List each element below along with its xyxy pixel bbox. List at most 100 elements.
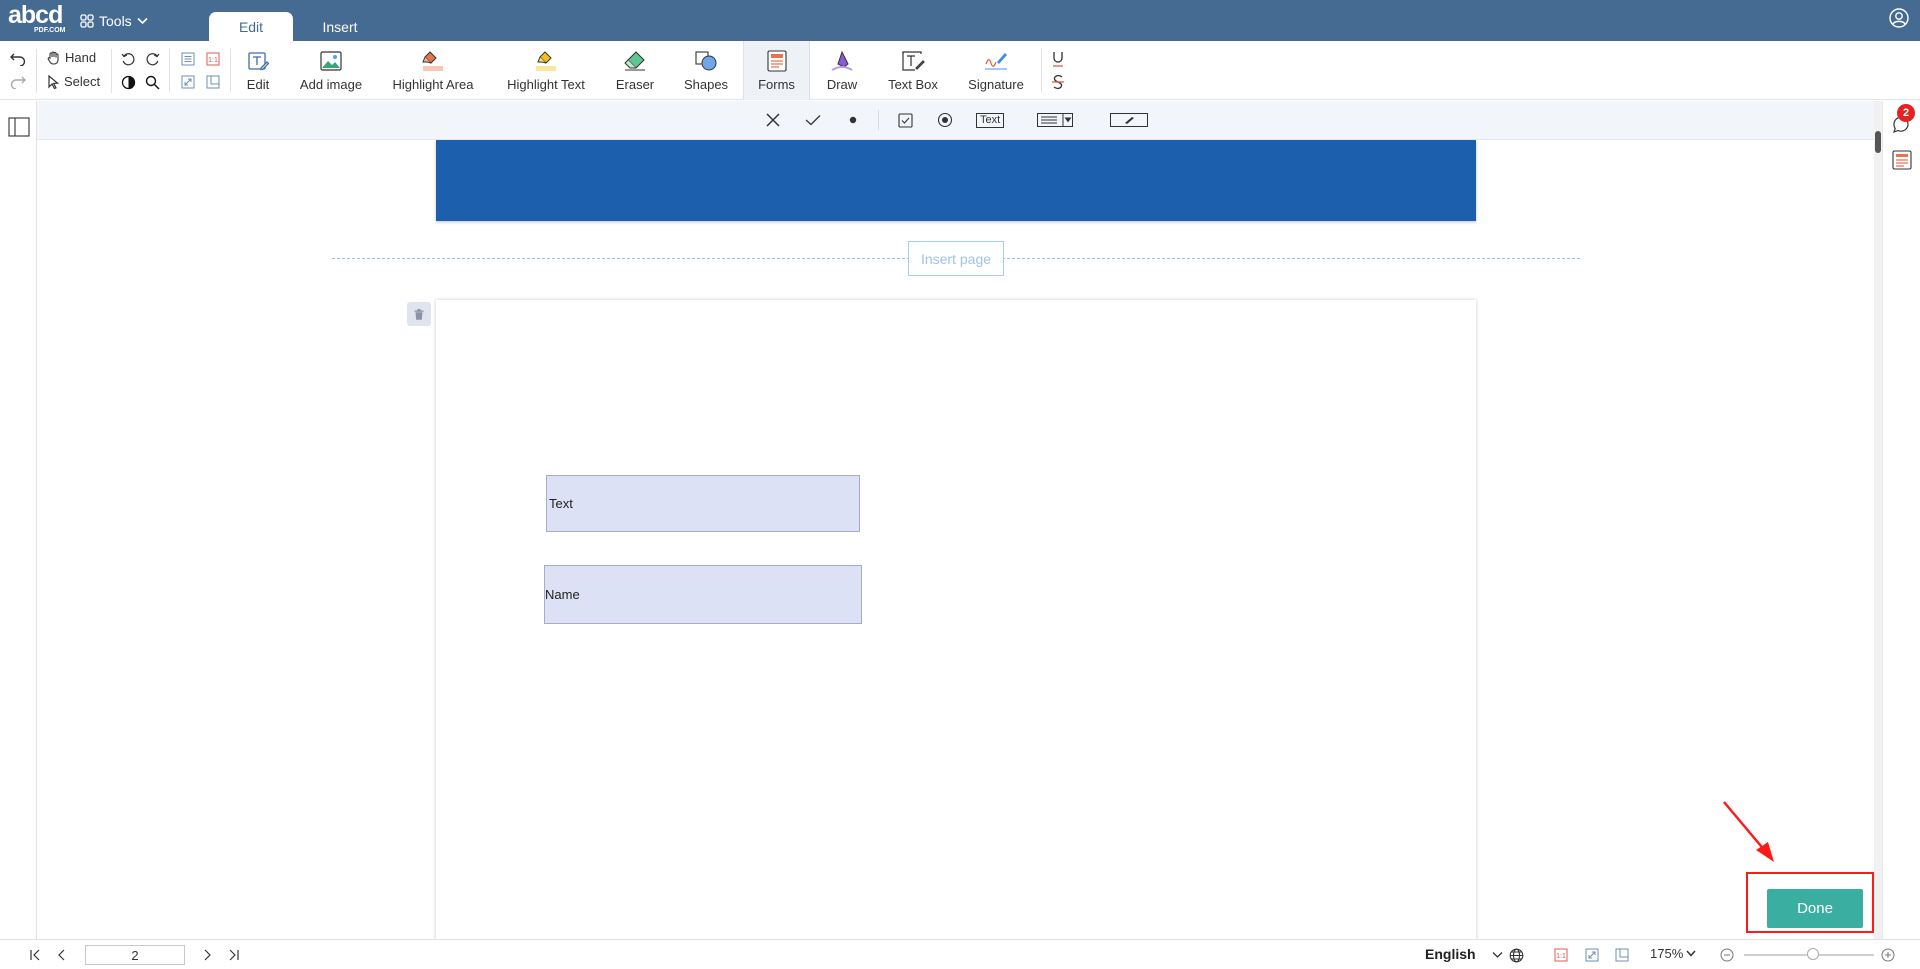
globe-button[interactable]	[1508, 947, 1524, 963]
select-tool-button[interactable]: Select	[47, 74, 100, 89]
edit-tool[interactable]: Edit	[238, 41, 278, 100]
pdf-page-2: Text Name	[436, 300, 1476, 939]
app-logo[interactable]: abcd PDF.COM	[8, 1, 68, 36]
hand-icon	[47, 50, 59, 65]
actual-size-icon: 1:1	[1554, 948, 1568, 962]
signature-tool[interactable]: Signature	[966, 41, 1026, 100]
tools-menu-button[interactable]: Tools	[80, 11, 148, 31]
grid-icon	[80, 14, 94, 28]
hand-tool-button[interactable]: Hand	[47, 50, 96, 65]
draw-tool[interactable]: Draw	[822, 41, 862, 100]
forms-tool[interactable]: Forms	[743, 41, 810, 100]
chevron-down-icon	[1492, 952, 1502, 958]
text-field-label: Text	[976, 112, 1005, 128]
search-icon	[145, 75, 159, 89]
status-bar: English 1:1 175%	[0, 939, 1920, 969]
highlight-area-label: Highlight Area	[392, 77, 474, 92]
tools-label: Tools	[99, 13, 132, 29]
fit-screen-status-button[interactable]	[1614, 947, 1630, 963]
fit-width-status-button[interactable]	[1584, 947, 1600, 963]
text-box-tool[interactable]: Text Box	[884, 41, 942, 100]
actual-size-button[interactable]: 1:1	[203, 49, 223, 69]
done-button[interactable]: Done	[1767, 889, 1863, 928]
contrast-button[interactable]	[118, 72, 138, 92]
radio-field-button[interactable]	[935, 110, 955, 130]
eraser-tool[interactable]: Eraser	[612, 41, 658, 100]
sidebar-panel-icon	[8, 117, 30, 137]
forms-icon	[766, 50, 787, 72]
vertical-scrollbar[interactable]	[1874, 101, 1882, 939]
next-page-button[interactable]	[199, 947, 215, 963]
list-field-button[interactable]	[1036, 110, 1074, 130]
text-form-field[interactable]: Text	[546, 475, 860, 532]
undo-button[interactable]	[8, 49, 28, 69]
form-fields-panel-button[interactable]	[1889, 147, 1915, 173]
eraser-label: Eraser	[615, 77, 655, 92]
radio-icon	[937, 112, 953, 128]
name-form-field[interactable]: Name	[544, 565, 862, 624]
actual-size-icon: 1:1	[206, 52, 220, 66]
last-page-button[interactable]	[226, 947, 242, 963]
signature-label: Signature	[968, 77, 1024, 92]
zoom-in-icon	[1881, 948, 1895, 962]
text-field-button[interactable]: Text	[976, 110, 1005, 130]
underline-button[interactable]	[1048, 49, 1068, 69]
tab-edit[interactable]: Edit	[209, 12, 293, 42]
zoom-slider-thumb[interactable]	[1807, 948, 1819, 960]
highlight-area-tool[interactable]: Highlight Area	[386, 41, 480, 100]
highlight-text-icon	[536, 51, 556, 71]
highlight-text-label: Highlight Text	[507, 77, 585, 92]
checkbox-field-button[interactable]	[895, 110, 915, 130]
shapes-tool[interactable]: Shapes	[681, 41, 731, 100]
rotate-left-button[interactable]	[118, 49, 138, 69]
svg-text:1:1: 1:1	[208, 57, 218, 64]
text-box-label: Text Box	[888, 77, 938, 92]
delete-page-button[interactable]	[407, 302, 431, 326]
user-account-button[interactable]	[1888, 7, 1910, 29]
fit-screen-button[interactable]	[203, 72, 223, 92]
forms-subtoolbar: Text	[37, 101, 1874, 140]
last-page-icon	[229, 949, 239, 961]
checkbox-icon	[897, 112, 913, 128]
contrast-icon	[121, 75, 135, 89]
chevron-left-icon	[58, 949, 65, 961]
left-rail	[0, 101, 37, 939]
page-number-input[interactable]	[85, 945, 185, 965]
highlight-text-tool[interactable]: Highlight Text	[498, 41, 594, 100]
zoom-in-button[interactable]	[1880, 947, 1896, 963]
chevron-right-icon	[204, 949, 211, 961]
redo-button[interactable]	[8, 72, 28, 92]
chevron-down-icon	[137, 17, 148, 25]
insert-page-button[interactable]: Insert page	[908, 241, 1004, 276]
edit-tool-label: Edit	[246, 77, 270, 92]
previous-page-button[interactable]	[54, 947, 70, 963]
scrollbar-thumb[interactable]	[1875, 131, 1881, 153]
language-selector[interactable]: English	[1425, 946, 1476, 962]
signature-field-button[interactable]	[1109, 110, 1149, 130]
language-dropdown-button[interactable]	[1489, 947, 1505, 963]
main-toolbar: Hand Select 1:1 Edit Add image Highlight…	[0, 41, 1920, 100]
search-button[interactable]	[142, 72, 162, 92]
x-mark-field-button[interactable]	[763, 110, 783, 130]
fit-page-button[interactable]	[178, 49, 198, 69]
actual-size-status-button[interactable]: 1:1	[1553, 947, 1569, 963]
zoom-out-button[interactable]	[1719, 947, 1735, 963]
rotate-right-button[interactable]	[142, 49, 162, 69]
add-image-label: Add image	[299, 77, 363, 92]
rotate-right-icon	[145, 52, 159, 65]
chevron-down-icon	[1686, 950, 1696, 957]
tab-insert[interactable]: Insert	[300, 12, 380, 42]
forms-label: Forms	[758, 77, 795, 92]
first-page-button[interactable]	[27, 947, 43, 963]
zoom-level-selector[interactable]: 175%	[1650, 946, 1696, 961]
page-view-icon	[181, 52, 195, 66]
shapes-label: Shapes	[683, 77, 729, 92]
strikethrough-button[interactable]	[1048, 72, 1068, 92]
fit-width-button[interactable]	[178, 72, 198, 92]
text-form-field-value: Text	[549, 496, 573, 511]
draw-label: Draw	[826, 77, 858, 92]
sidebar-toggle-button[interactable]	[8, 116, 30, 138]
checkmark-field-button[interactable]	[803, 110, 823, 130]
dot-field-button[interactable]	[843, 110, 863, 130]
add-image-tool[interactable]: Add image	[295, 41, 367, 100]
